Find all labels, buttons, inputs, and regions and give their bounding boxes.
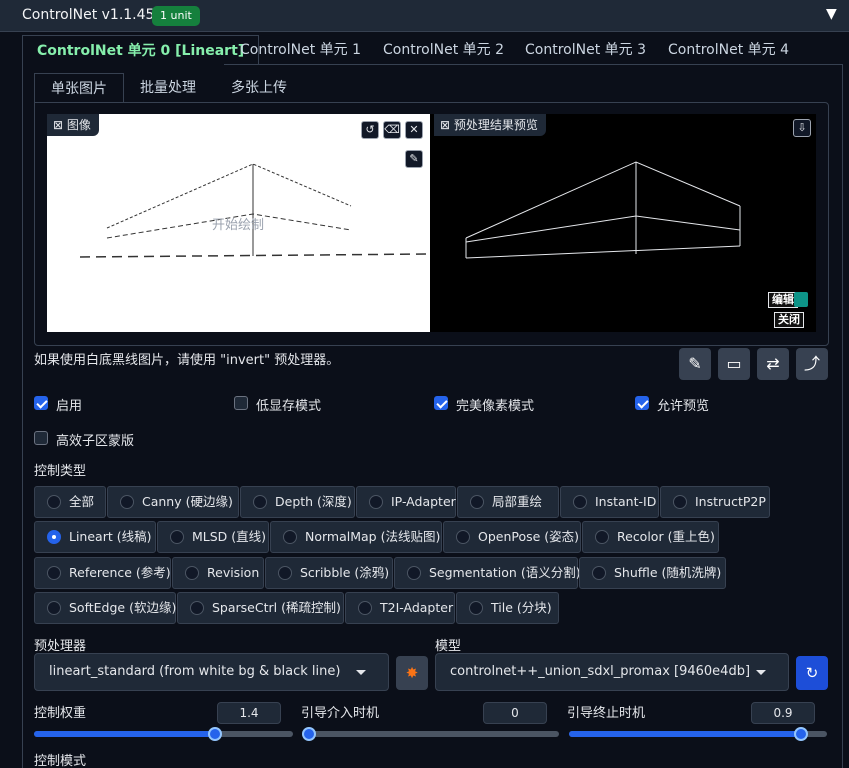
start-drawing-hint: 开始绘制 <box>212 218 265 233</box>
control-type-option[interactable]: T2I-Adapter <box>345 592 455 624</box>
close-preview-button[interactable]: 关闭 <box>774 312 804 328</box>
end-step-slider[interactable] <box>569 727 827 741</box>
preprocessor-label: 预处理器 <box>34 639 87 654</box>
mask-label: 高效子区蒙版 <box>56 434 135 449</box>
send-dimensions-icon[interactable]: ⤴ <box>796 348 828 380</box>
control-mode-label: 控制模式 <box>34 754 87 768</box>
weight-input[interactable]: 1.4 <box>217 702 281 724</box>
allow-preview-checkbox[interactable] <box>635 396 649 410</box>
tab-unit-4[interactable]: ControlNet 单元 4 <box>654 35 803 65</box>
control-type-option[interactable]: Revision <box>172 557 264 589</box>
low-vram-checkbox[interactable] <box>234 396 248 410</box>
control-type-option[interactable]: InstructP2P <box>660 486 770 518</box>
control-type-option-selected[interactable]: Lineart (线稿) <box>34 521 156 553</box>
control-type-option[interactable]: NormalMap (法线贴图) <box>270 521 442 553</box>
control-type-option[interactable]: OpenPose (姿态) <box>443 521 581 553</box>
preview-image <box>430 114 816 332</box>
control-type-option[interactable]: Segmentation (语义分割) <box>394 557 581 589</box>
pixel-perfect-checkbox[interactable] <box>434 396 448 410</box>
enable-label: 启用 <box>56 399 83 414</box>
control-type-option[interactable]: 局部重绘 <box>457 486 559 518</box>
low-vram-label: 低显存模式 <box>256 399 322 414</box>
control-type-option[interactable]: SparseCtrl (稀疏控制) <box>177 592 344 624</box>
model-label: 模型 <box>435 639 462 654</box>
refresh-icon[interactable]: ↻ <box>796 656 828 690</box>
tab-single-image[interactable]: 单张图片 <box>34 73 124 103</box>
controlnet-title: ControlNet v1.1.455 <box>22 7 164 23</box>
slider-thumb[interactable] <box>208 727 223 741</box>
control-type-option[interactable]: Tile (分块) <box>456 592 559 624</box>
control-type-option[interactable]: MLSD (直线) <box>157 521 269 553</box>
preview-label: ⊠ 预处理结果预览 <box>434 114 546 136</box>
run-preprocessor-icon[interactable]: ✸ <box>396 656 428 690</box>
swap-icon[interactable]: ⇄ <box>757 348 789 380</box>
mask-checkbox[interactable] <box>34 431 48 445</box>
undo-icon[interactable]: ↺ <box>361 121 379 139</box>
preprocessor-select[interactable]: lineart_standard (from white bg & black … <box>34 653 389 691</box>
control-type-option[interactable]: IP-Adapter <box>356 486 456 518</box>
edit-color-icon[interactable] <box>794 292 808 307</box>
end-step-input[interactable]: 0.9 <box>751 702 815 724</box>
slider-thumb[interactable] <box>794 727 809 741</box>
allow-preview-label: 允许预览 <box>657 399 710 414</box>
control-type-option[interactable]: SoftEdge (软边缘) <box>34 592 176 624</box>
image-icon: ⊠ <box>53 118 67 132</box>
brush-icon[interactable]: ✎ <box>405 150 423 168</box>
start-step-label: 引导介入时机 <box>301 706 380 721</box>
triangle-down-icon[interactable]: ▼ <box>826 6 837 22</box>
eraser-icon[interactable]: ⌫ <box>383 121 401 139</box>
control-type-option[interactable]: Depth (深度) <box>240 486 355 518</box>
unit-count-badge: 1 unit <box>152 6 200 26</box>
download-icon[interactable]: ⇩ <box>793 119 811 137</box>
preview-lineart <box>465 161 741 259</box>
start-step-slider[interactable] <box>302 727 559 741</box>
notepad-icon[interactable]: ✎ <box>679 348 711 380</box>
input-image-label: ⊠ 图像 <box>47 114 99 136</box>
control-type-option[interactable]: 全部 <box>34 486 106 518</box>
control-type-option[interactable]: Reference (参考) <box>34 557 171 589</box>
start-step-input[interactable]: 0 <box>483 702 547 724</box>
panel-border-right <box>842 64 843 768</box>
panel-border-left <box>22 64 23 768</box>
slider-thumb[interactable] <box>302 727 316 741</box>
tab-unit-0[interactable]: ControlNet 单元 0 [Lineart] <box>22 35 260 65</box>
image-icon: ⊠ <box>440 118 454 132</box>
enable-checkbox[interactable] <box>34 396 48 410</box>
close-icon[interactable]: ✕ <box>405 121 423 139</box>
tab-multi-upload[interactable]: 多张上传 <box>215 73 303 103</box>
end-step-label: 引导终止时机 <box>567 706 646 721</box>
control-type-option[interactable]: Canny (硬边缘) <box>107 486 239 518</box>
tab-unit-2[interactable]: ControlNet 单元 2 <box>369 35 518 65</box>
invert-hint: 如果使用白底黑线图片，请使用 "invert" 预处理器。 <box>34 353 340 368</box>
control-type-option[interactable]: Shuffle (随机洗牌) <box>579 557 726 589</box>
model-select[interactable]: controlnet++_union_sdxl_promax [9460e4db… <box>435 653 789 691</box>
control-type-label: 控制类型 <box>34 464 87 479</box>
control-type-option[interactable]: Recolor (重上色) <box>582 521 719 553</box>
camera-icon[interactable]: ▭ <box>718 348 750 380</box>
weight-slider[interactable] <box>34 727 293 741</box>
weight-label: 控制权重 <box>34 706 87 721</box>
control-type-option[interactable]: Instant-ID <box>560 486 659 518</box>
chevron-down-icon <box>356 670 366 675</box>
control-type-option[interactable]: Scribble (涂鸦) <box>265 557 393 589</box>
chevron-down-icon <box>756 670 766 675</box>
tab-unit-1[interactable]: ControlNet 单元 1 <box>226 35 375 65</box>
tab-batch[interactable]: 批量处理 <box>124 73 212 103</box>
pixel-perfect-label: 完美像素模式 <box>456 399 535 414</box>
tab-unit-3[interactable]: ControlNet 单元 3 <box>511 35 660 65</box>
tab-divider <box>224 64 843 65</box>
